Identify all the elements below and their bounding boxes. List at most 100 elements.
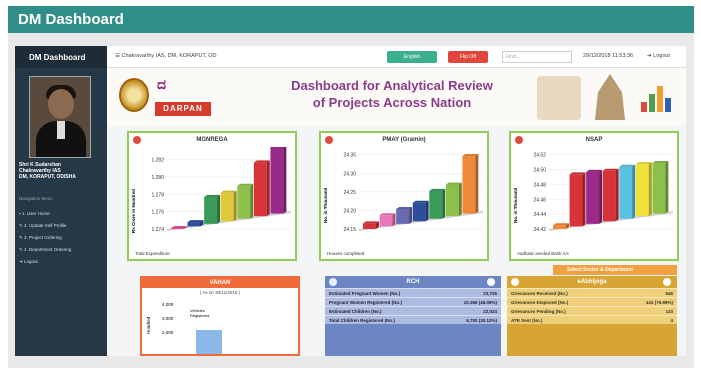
vahan-title: VAHAN [142,278,298,288]
eabhijoga-row: Grievances Disposed (No.) 434 (79.89%) [507,297,677,306]
top-bar: ☰ Chakravarthy IAS, DM, KORAPUT, OD Engl… [107,46,686,68]
chart-footer: Aadhaar seeded Bank A/c [517,251,570,256]
figure-frame: DM Dashboard DM Dashboard Shri K Sudarsh… [0,0,701,374]
chart-title: PMAY (Gramin) [382,137,426,143]
chart-bar-side [599,169,603,224]
chart-ytick-label: 24.15 [343,227,356,233]
chart-ylabel: No. in Thousand [323,187,328,223]
chart-icon-bar [665,98,671,112]
flip-button[interactable]: Flip Off [448,51,488,63]
chart-ylabel: Rs Crore in Hundred [131,188,136,233]
chart-bar-side [409,207,413,224]
rch-row-label: Estimated Pregnant Women (No.) [329,291,401,296]
chart-bar [237,185,251,219]
chart-bar-side [665,161,669,214]
nav-item-label: 1. User Home [21,211,50,216]
sidebar: DM Dashboard Shri K Sudarshan Chakravart… [15,46,107,356]
chart-ytick-label: 24.48 [533,182,546,188]
vahan-asof: ( As on 30/11/2018 ) [199,290,241,295]
sector-department-selector[interactable]: Select Sector & Department [553,265,677,275]
eabhijoga-row: Grievances Pending (No.) 110 [507,306,677,315]
rch-row: Total Children Registered (No.) 6,700 (30… [325,315,501,324]
avatar-shirt [57,121,65,139]
eabhijoga-row-label: Grievances Disposed (No.) [511,300,569,305]
chart-ytick-label: 24.30 [343,171,356,177]
chart-bar-side [283,147,287,214]
eabhijoga-row-value: 4 [670,318,673,323]
eabhijoga-row-value: 110 [665,309,673,314]
rch-row-label: Total Children Registered (No.) [329,318,395,323]
rch-row: Estimated Pregnant Women (No.) 23,735 [325,288,501,297]
chart-bar-side [392,213,396,227]
eabhijoga-title: eAbhijoga [577,279,607,285]
eabhijoga-download-icon[interactable] [663,278,671,286]
english-button[interactable]: English [387,51,437,63]
chart-bar [363,223,376,229]
chart-bar [171,228,184,230]
chart-icon [637,82,677,112]
find-input[interactable]: Find... [502,51,572,63]
eabhijoga-row: Grievances Received (No.) 546 [507,288,677,297]
chart-ytick-label: 1.274 [151,227,164,233]
nav-item-department-ordering[interactable]: ✎ 4. Department Ordering [19,244,71,256]
rch-row: Pregnant Women Registered (No.) 10,366 (4… [325,297,501,306]
chart-bar-side [582,172,586,227]
chart-bar-side [233,190,237,222]
rch-download-icon[interactable] [487,278,495,286]
chart-bar-side [217,194,221,224]
chart-bar-side [425,200,429,222]
eabhijoga-row-label: Grievances Received (No.) [511,291,568,296]
rch-row-value: 10,366 (46.06%) [463,300,497,305]
nav-item-label: 3. Project Ordering [24,235,62,240]
nav-menu: ▪ 1. User Home ✎ 2. Update Self Profile … [19,208,71,268]
rch-panel: RCH Estimated Pregnant Women (No.) 23,735… [325,276,501,356]
chart-bar-side [250,183,254,219]
nav-item-project-ordering[interactable]: ✎ 3. Project Ordering [19,232,71,244]
eabhijoga-icon [511,278,519,286]
logout-link[interactable]: ➜ Logout [647,53,670,59]
chart-panel-pmay: PMAY (Gramin) No. in Thousand 24.15 24.20… [319,131,489,261]
chart-icon-bar [657,86,663,112]
chart-bar [204,196,218,224]
nav-item-user-home[interactable]: ▪ 1. User Home [19,208,71,220]
chart-bar-side [632,164,636,219]
rch-icon [329,278,337,286]
chart-title: NSAP [585,137,603,143]
chart-ytick-label: 1.276 [151,210,164,216]
vahan-ylabel: Hundred [146,316,151,334]
chart-ytick-label: 1.278 [151,192,164,198]
nav-item-logout[interactable]: ➜ Logout [19,256,71,268]
chart-ytick-label: 24.52 [533,153,546,159]
user-name: Shri K Sudarshan Chakravarthy IAS DM, KO… [19,162,76,180]
chart-icon-bar [641,102,647,112]
chart-bar-side [648,162,652,217]
dashboard-screen: DM Dashboard Shri K Sudarshan Chakravart… [15,46,686,356]
rch-title: RCH [406,279,420,285]
eabhijoga-row-value: 434 (79.89%) [645,300,673,305]
chart-ytick-label: 24.50 [533,168,546,174]
chart-bar [462,156,476,214]
chart-bar [379,215,393,227]
vahan-ytick: 3,000 [162,316,174,321]
chart-icon-bar [649,94,655,112]
chart-ytick-label: 1.280 [151,175,164,181]
avatar-head [48,89,74,119]
chart-bar [220,192,234,222]
figure-title: DM Dashboard [8,6,694,33]
banner-title-line1: Dashboard for Analytical Review [291,78,493,93]
chart-bar-side [475,154,479,214]
chart-bar [429,190,443,219]
chart-panel-mgnrega: MGNREGA Rs Crore in Hundred 1.274 1.276 1.… [127,131,297,261]
vahan-legend: Vehicles Registered [190,308,210,318]
banner-title: Dashboard for Analytical Review of Proje… [272,77,512,111]
rch-row-value: 23,735 [483,291,497,296]
rch-row-label: Pregnant Women Registered (No.) [329,300,402,305]
chart-ytick-label: 24.44 [533,212,546,218]
nav-item-label: 2. Update Self Profile [24,223,67,228]
menu-icon[interactable]: ☰ [115,53,120,59]
darpan-logo: DARPAN [155,102,211,116]
nav-item-update-profile[interactable]: ✎ 2. Update Self Profile [19,220,71,232]
chart-footer: Houses completed [327,251,365,256]
topbar-user: ☰ Chakravarthy IAS, DM, KORAPUT, OD [115,53,217,59]
vahan-panel: VAHAN ( As on 30/11/2018 ) Hundred 4,000… [140,276,300,356]
